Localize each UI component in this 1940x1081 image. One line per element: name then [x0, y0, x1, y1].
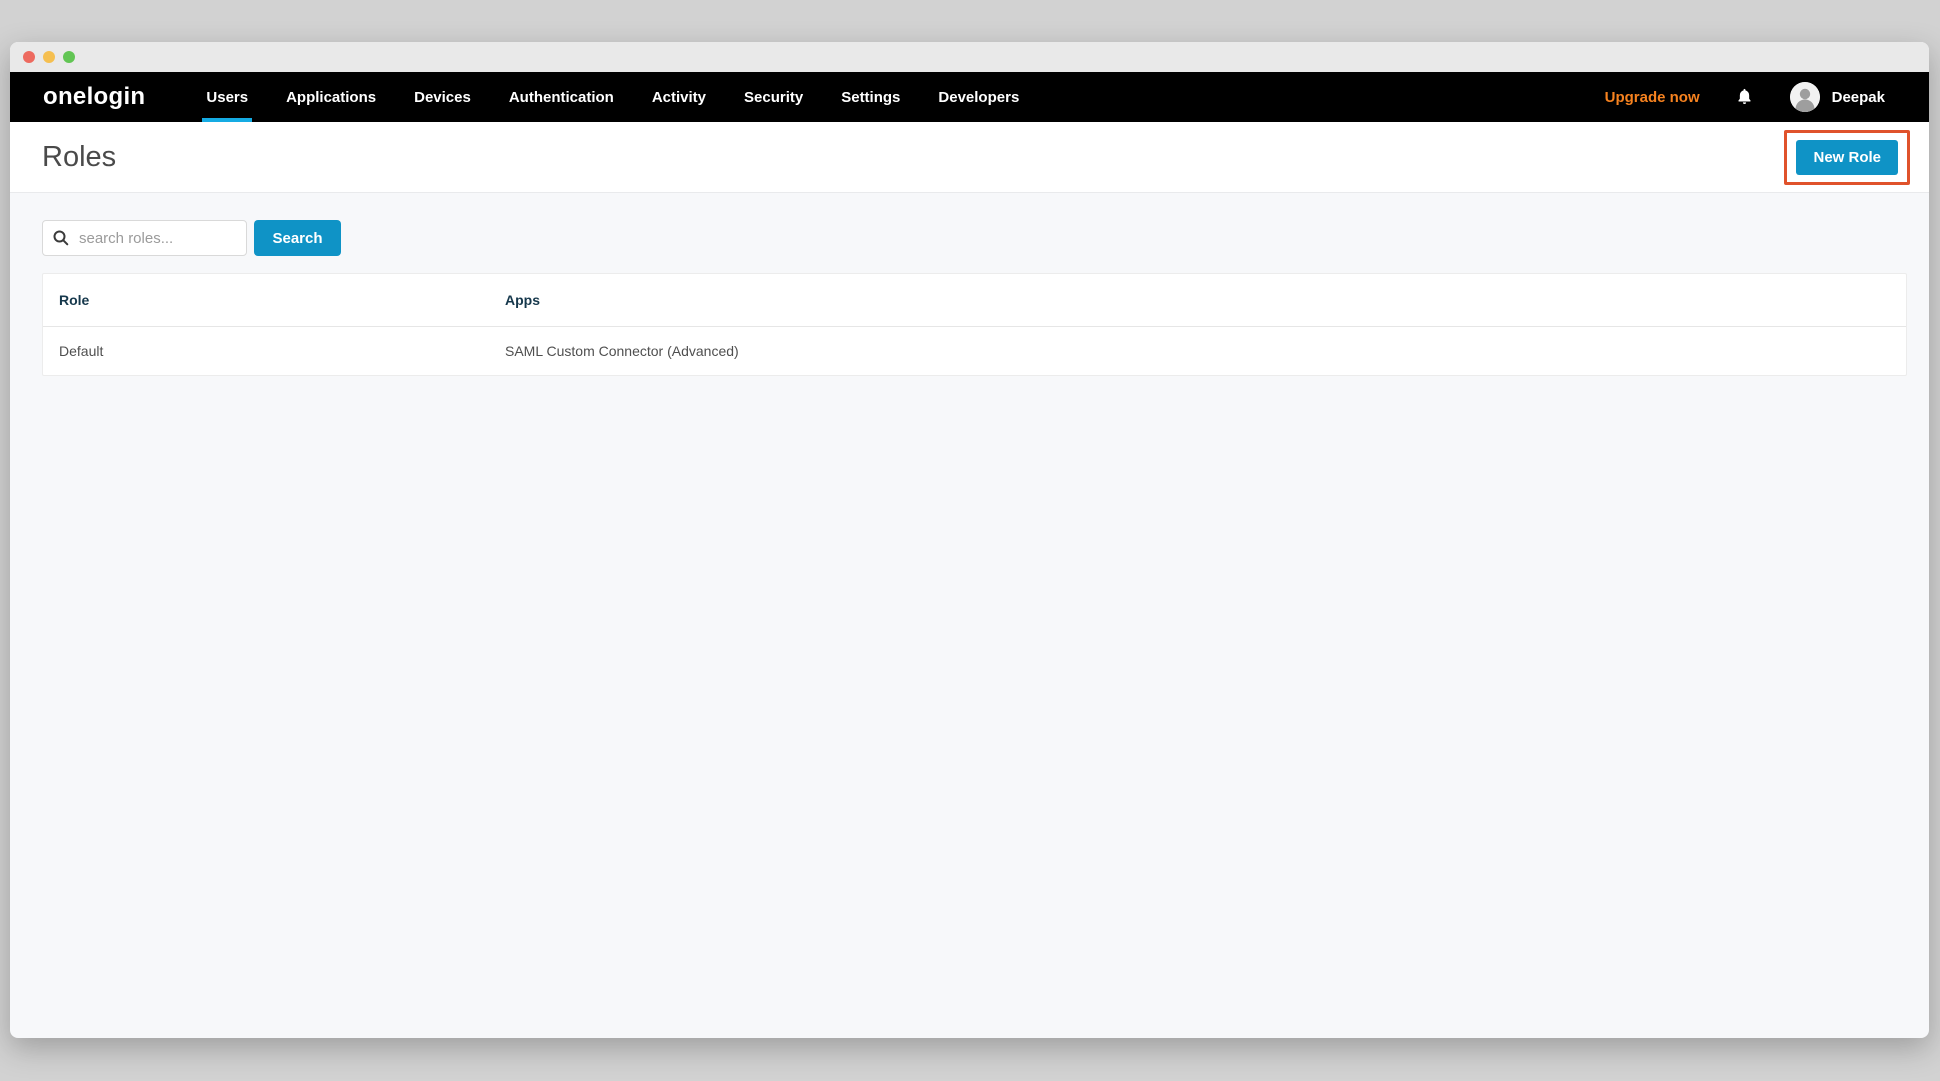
role-name-cell[interactable]: Default — [59, 343, 505, 359]
window-controls — [23, 51, 75, 63]
app-window: onelogin Users Applications Devices Auth… — [10, 42, 1929, 1038]
onelogin-logo[interactable]: onelogin — [43, 83, 145, 111]
nav-item-security[interactable]: Security — [725, 72, 822, 122]
search-row: Search — [42, 220, 1907, 256]
nav-item-applications[interactable]: Applications — [267, 72, 395, 122]
page-title: Roles — [42, 141, 116, 174]
column-header-apps: Apps — [505, 292, 1906, 308]
avatar — [1790, 82, 1820, 112]
role-apps-cell: SAML Custom Connector (Advanced) — [505, 343, 1906, 359]
nav-menu: Users Applications Devices Authenticatio… — [187, 72, 1038, 122]
annotation-highlight-box: New Role — [1784, 130, 1910, 185]
close-window-button[interactable] — [23, 51, 35, 63]
roles-table: Role Apps Default SAML Custom Connector … — [42, 273, 1907, 376]
roles-table-header: Role Apps — [43, 274, 1906, 326]
page-header: Roles New Role — [10, 122, 1929, 193]
new-role-button[interactable]: New Role — [1796, 140, 1898, 175]
column-header-role: Role — [59, 292, 505, 308]
top-navbar: onelogin Users Applications Devices Auth… — [10, 72, 1929, 122]
nav-item-users[interactable]: Users — [187, 72, 267, 122]
search-icon — [53, 230, 69, 246]
search-button[interactable]: Search — [254, 220, 341, 256]
navbar-right-section: Upgrade now Deepak — [1605, 72, 1885, 122]
user-name: Deepak — [1832, 89, 1885, 106]
window-titlebar — [10, 42, 1929, 72]
upgrade-now-link[interactable]: Upgrade now — [1605, 89, 1700, 106]
nav-item-devices[interactable]: Devices — [395, 72, 490, 122]
search-roles-input[interactable] — [42, 220, 247, 256]
roles-content: Search Role Apps Default SAML Custom Con… — [10, 193, 1929, 1038]
nav-item-settings[interactable]: Settings — [822, 72, 919, 122]
minimize-window-button[interactable] — [43, 51, 55, 63]
zoom-window-button[interactable] — [63, 51, 75, 63]
search-box — [42, 220, 247, 256]
user-menu[interactable]: Deepak — [1790, 82, 1885, 112]
nav-item-activity[interactable]: Activity — [633, 72, 725, 122]
notification-bell-icon[interactable] — [1735, 87, 1755, 107]
table-row[interactable]: Default SAML Custom Connector (Advanced) — [43, 326, 1906, 375]
nav-item-authentication[interactable]: Authentication — [490, 72, 633, 122]
nav-item-developers[interactable]: Developers — [919, 72, 1038, 122]
